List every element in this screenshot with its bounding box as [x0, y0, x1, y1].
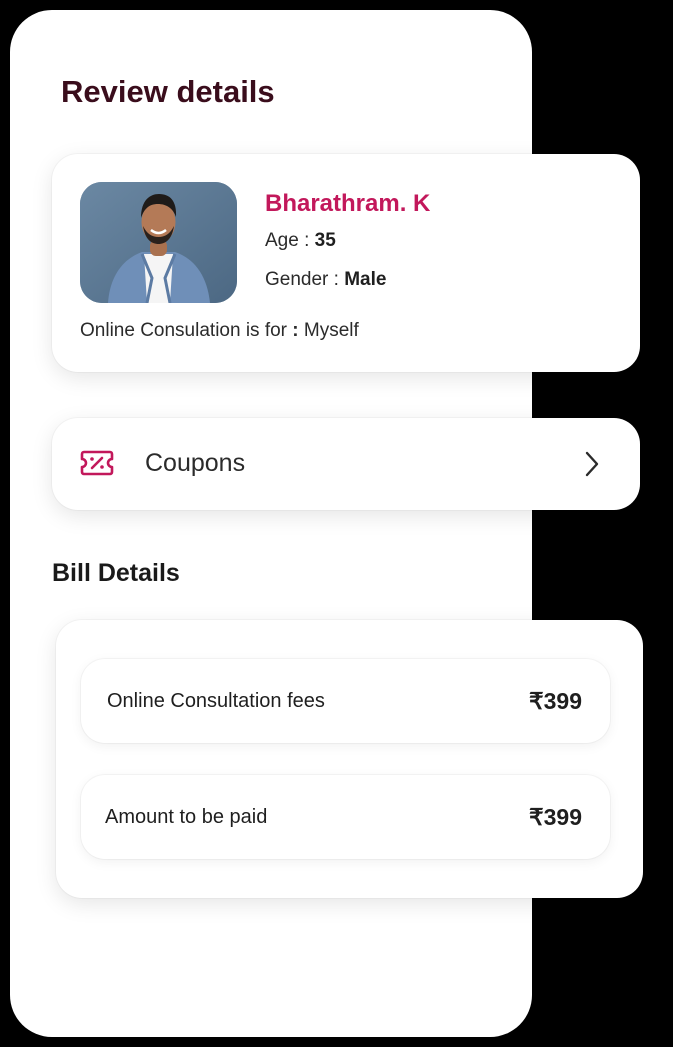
- phone-screen: Review details Bharathram. K Age: 35 Ge…: [10, 10, 643, 1037]
- bill-row-label: Amount to be paid: [105, 806, 268, 828]
- age-label: Age :: [265, 230, 315, 251]
- coupons-label: Coupons: [145, 449, 246, 477]
- gender-label: Gender :: [265, 269, 345, 290]
- bill-details-title: Bill Details: [52, 559, 180, 587]
- bill-row-amount: ₹399: [528, 688, 582, 714]
- consultation-for-label: Online Consulation is for: [80, 320, 293, 341]
- bill-card: Online Consultation fees ₹399 Amount to …: [56, 620, 643, 898]
- bill-row-consultation-fees: Online Consultation fees ₹399: [81, 659, 610, 743]
- coupons-button[interactable]: Coupons: [52, 418, 640, 510]
- bill-row-amount-to-pay: Amount to be paid ₹399: [81, 775, 610, 859]
- bill-row-label: Online Consultation fees: [107, 690, 325, 712]
- avatar: [80, 182, 237, 303]
- ticket-icon: [80, 450, 114, 476]
- page-title: Review details: [61, 74, 275, 109]
- consultation-for-value: Myself: [298, 320, 359, 341]
- age-value: 35: [314, 230, 336, 251]
- bill-row-amount: ₹399: [528, 804, 582, 830]
- patient-card: Bharathram. K Age : 35 Gender : Male Onl…: [52, 154, 640, 372]
- consultation-for: Online Consulation is for : Myself: [80, 318, 359, 344]
- chevron-right-icon: [585, 451, 599, 477]
- gender-value: Male: [344, 269, 387, 290]
- patient-gender: Gender : Male: [265, 267, 386, 293]
- patient-age: Age : 35: [265, 228, 336, 254]
- patient-name: Bharathram. K: [265, 190, 431, 217]
